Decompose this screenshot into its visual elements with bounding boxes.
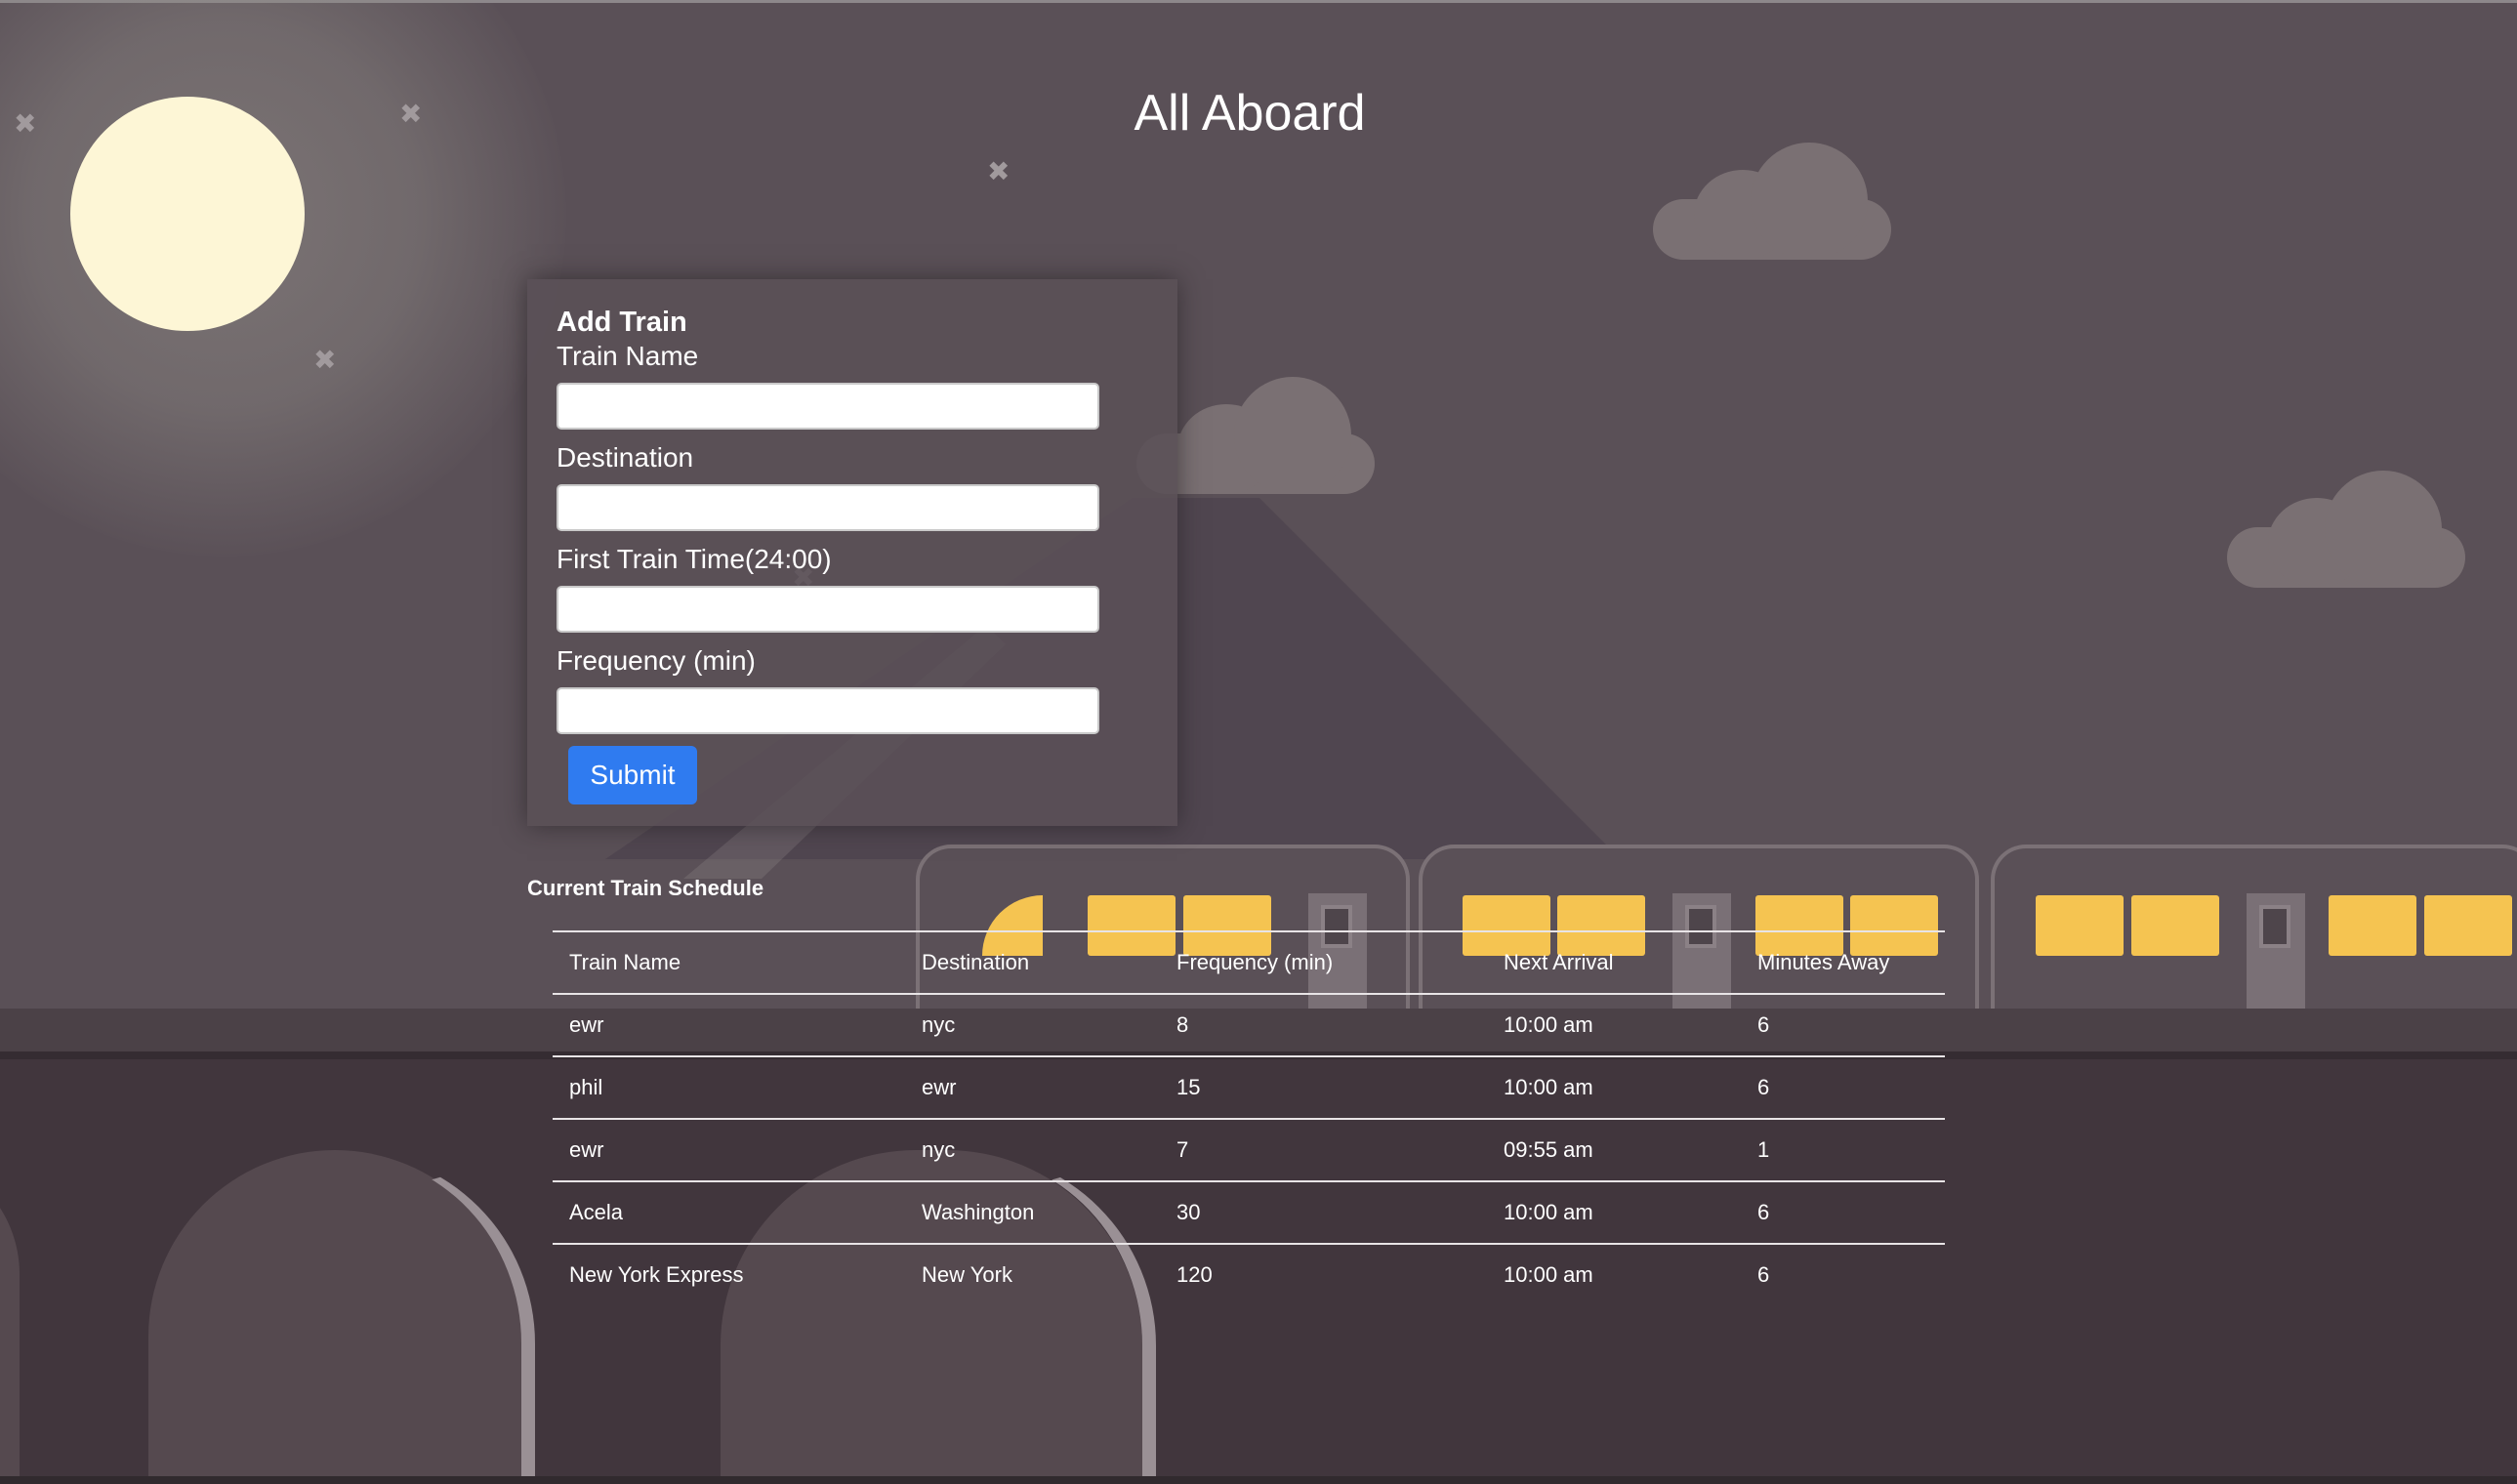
table-cell: 09:55 am [1487,1118,1741,1181]
table-cell: Washington [905,1180,1160,1244]
table-row: ewr nyc 8 10:00 am 6 [553,993,1945,1056]
table-cell: 1 [1741,1118,1945,1181]
train-name-input[interactable] [557,383,1099,430]
column-header: Minutes Away [1741,930,1945,994]
destination-input[interactable] [557,484,1099,531]
destination-label: Destination [557,442,694,473]
add-train-form: Add Train Train Name Destination First T… [527,279,1177,826]
train-schedule-table: Train Name Destination Frequency (min) N… [553,930,1945,1305]
table-cell: ewr [905,1055,1160,1119]
train-car [1991,845,2517,1009]
table-row: New York Express New York 120 10:00 am 6 [553,1243,1945,1305]
table-cell: nyc [905,993,1160,1056]
table-cell: 15 [1160,1055,1487,1119]
table-cell: phil [553,1055,905,1119]
train-name-label: Train Name [557,341,699,371]
submit-button[interactable]: Submit [568,746,697,804]
schedule-title: Current Train Schedule [527,876,764,900]
table-cell: 120 [1160,1243,1487,1305]
table-header-row: Train Name Destination Frequency (min) N… [553,930,1945,994]
table-row: Acela Washington 30 10:00 am 6 [553,1180,1945,1244]
table-cell: Acela [553,1180,905,1244]
table-cell: 6 [1741,1180,1945,1244]
frequency-label: Frequency (min) [557,645,756,676]
first-train-time-input[interactable] [557,586,1099,633]
bottom-border [0,1476,2517,1484]
table-cell: 10:00 am [1487,1243,1741,1305]
table-cell: 30 [1160,1180,1487,1244]
table-cell: 7 [1160,1118,1487,1181]
table-cell: New York [905,1243,1160,1305]
table-cell: New York Express [553,1243,905,1305]
table-cell: 6 [1741,1243,1945,1305]
table-cell: 10:00 am [1487,1180,1741,1244]
table-cell: ewr [553,993,905,1056]
first-train-time-label: First Train Time(24:00) [557,544,832,574]
table-cell: 6 [1741,993,1945,1056]
table-cell: 10:00 am [1487,993,1741,1056]
table-cell: ewr [553,1118,905,1181]
frequency-input[interactable] [557,687,1099,734]
table-cell: 10:00 am [1487,1055,1741,1119]
table-row: ewr nyc 7 09:55 am 1 [553,1118,1945,1181]
table-cell: 6 [1741,1055,1945,1119]
column-header: Next Arrival [1487,930,1741,994]
form-heading: Add Train [557,307,687,338]
column-header: Train Name [553,930,905,994]
table-cell: 8 [1160,993,1487,1056]
table-row: phil ewr 15 10:00 am 6 [553,1055,1945,1119]
page-title: All Aboard [1134,85,1366,142]
column-header: Frequency (min) [1160,930,1487,994]
table-cell: nyc [905,1118,1160,1181]
column-header: Destination [905,930,1160,994]
